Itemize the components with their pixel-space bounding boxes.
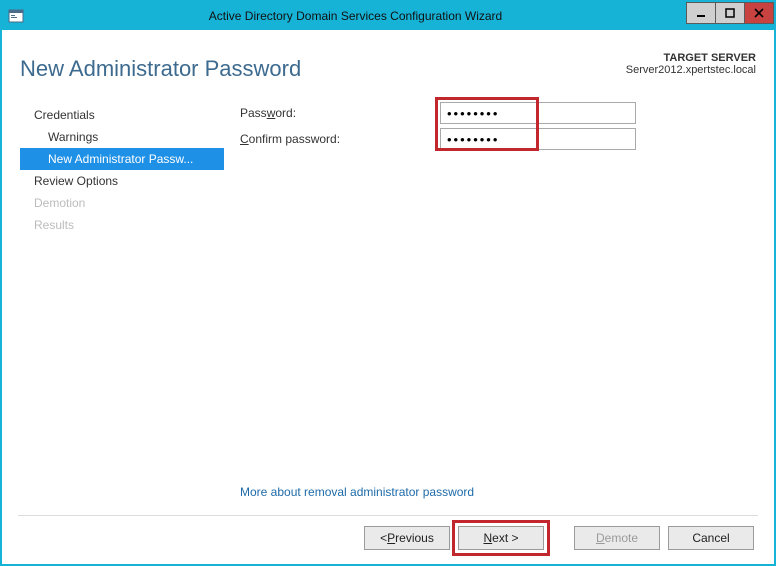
maximize-button[interactable]	[715, 2, 745, 24]
titlebar: Active Directory Domain Services Configu…	[2, 2, 774, 30]
divider	[18, 515, 758, 516]
sidebar-item-warnings[interactable]: Warnings	[20, 126, 224, 148]
window-title: Active Directory Domain Services Configu…	[24, 9, 687, 23]
sidebar-item-results: Results	[20, 214, 224, 236]
main-row: Credentials Warnings New Administrator P…	[20, 102, 756, 515]
app-icon	[8, 8, 24, 24]
sidebar: Credentials Warnings New Administrator P…	[20, 102, 224, 515]
cancel-button[interactable]: Cancel	[668, 526, 754, 550]
sidebar-item-demotion: Demotion	[20, 192, 224, 214]
window-controls	[687, 2, 774, 26]
sidebar-item-review-options[interactable]: Review Options	[20, 170, 224, 192]
password-input[interactable]	[440, 102, 636, 124]
password-label: Password:	[240, 106, 440, 120]
target-server-label: TARGET SERVER	[626, 52, 756, 64]
header-row: New Administrator Password TARGET SERVER…	[20, 50, 756, 82]
demote-button: Demote	[574, 526, 660, 550]
wizard-window: Active Directory Domain Services Configu…	[0, 0, 776, 566]
target-server-block: TARGET SERVER Server2012.xpertstec.local	[626, 50, 756, 76]
next-button[interactable]: Next >	[458, 526, 544, 550]
more-info-link[interactable]: More about removal administrator passwor…	[240, 481, 756, 515]
sidebar-item-credentials[interactable]: Credentials	[20, 104, 224, 126]
content-area: New Administrator Password TARGET SERVER…	[2, 30, 774, 564]
page-title: New Administrator Password	[20, 50, 301, 82]
sidebar-item-new-admin-password[interactable]: New Administrator Passw...	[20, 148, 224, 170]
confirm-password-label: Confirm password:	[240, 132, 440, 146]
minimize-button[interactable]	[686, 2, 716, 24]
target-server-name: Server2012.xpertstec.local	[626, 64, 756, 76]
previous-button[interactable]: < Previous	[364, 526, 450, 550]
close-button[interactable]	[744, 2, 774, 24]
form-area: Password: Confirm password: More about r…	[224, 102, 756, 515]
confirm-password-input[interactable]	[440, 128, 636, 150]
button-row: < Previous Next > Demote Cancel	[20, 526, 756, 554]
